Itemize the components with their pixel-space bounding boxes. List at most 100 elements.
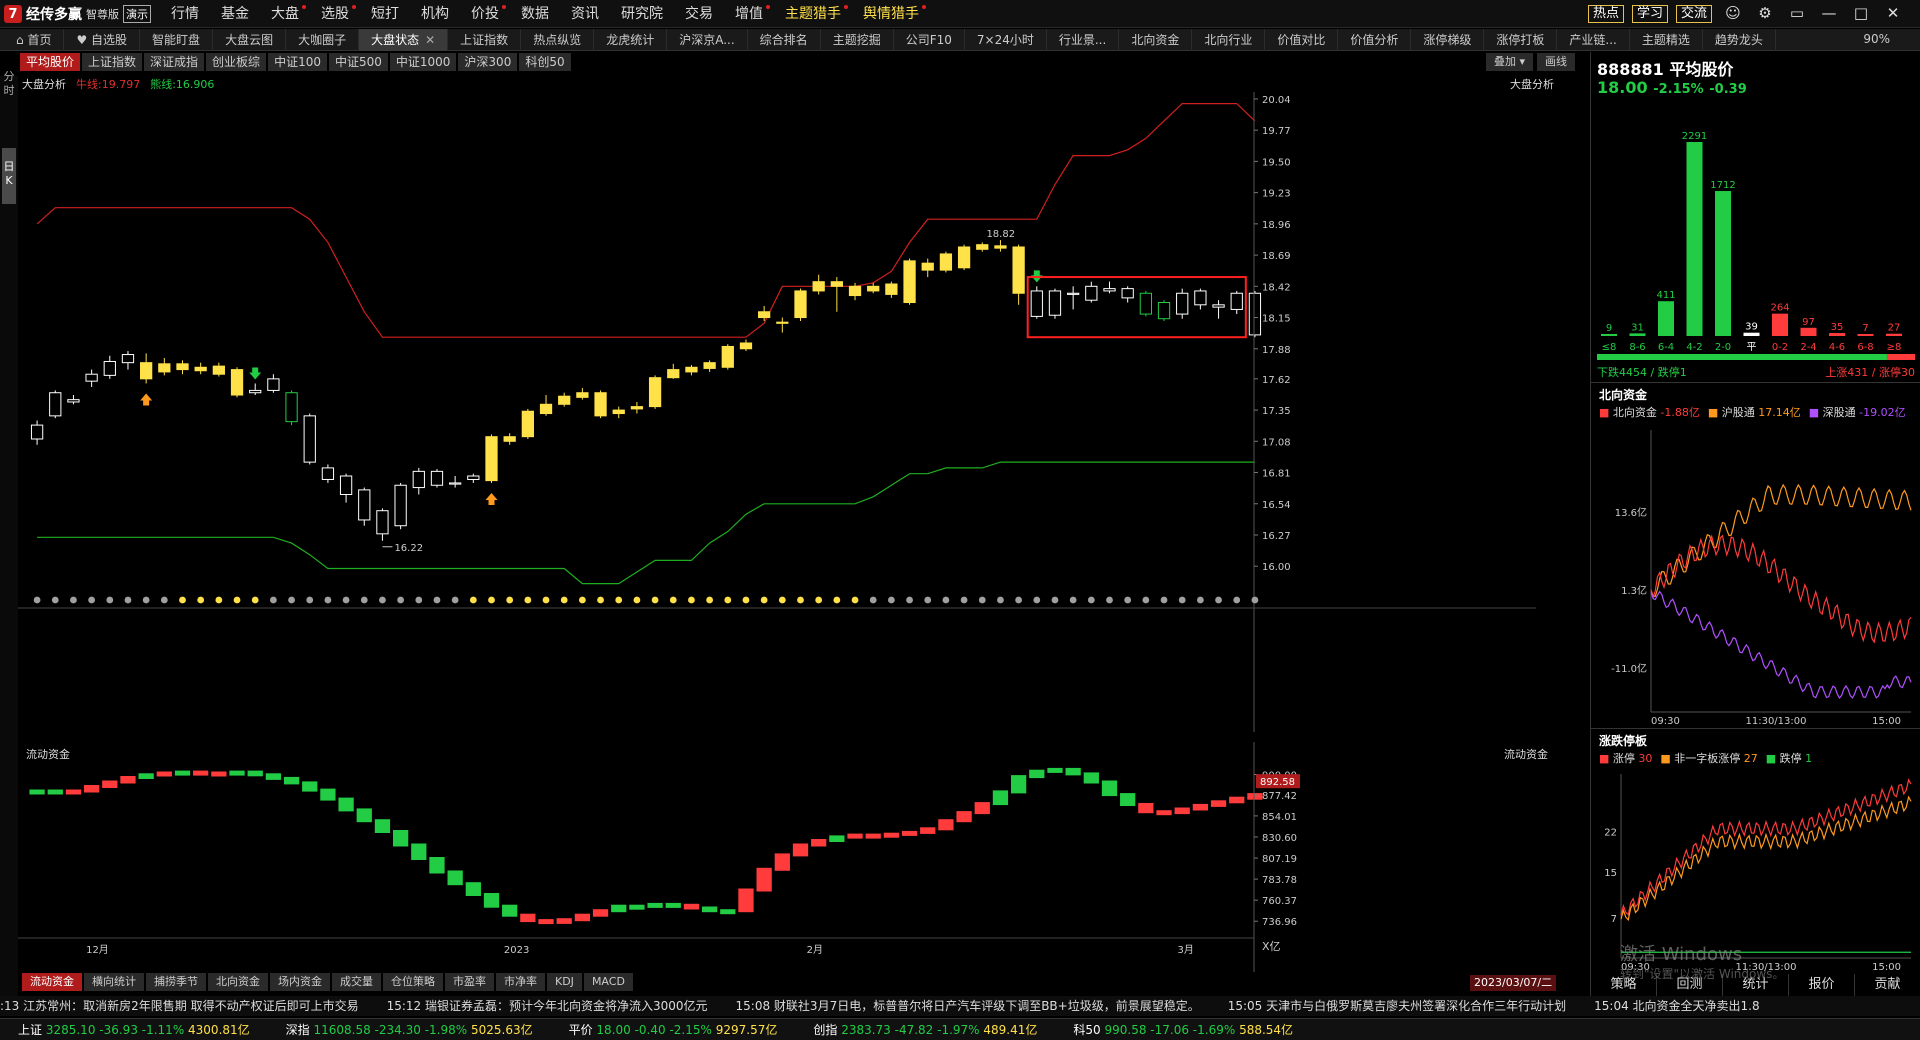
- news-item[interactable]: 15:04 北向资金全天净卖出1.8: [1594, 999, 1759, 1013]
- maximize-icon[interactable]: □: [1852, 4, 1870, 22]
- flow-bar[interactable]: [883, 832, 900, 838]
- candle[interactable]: [376, 508, 389, 541]
- tab-15[interactable]: 北向资金: [1119, 29, 1193, 51]
- flow-bar[interactable]: [574, 913, 591, 922]
- candle[interactable]: [612, 406, 625, 419]
- status-index-4[interactable]: 科50 990.58 -17.06 -1.69% 588.54亿: [1055, 1021, 1311, 1038]
- flow-bar[interactable]: [229, 770, 245, 776]
- flow-bar[interactable]: [701, 906, 718, 913]
- flow-bar[interactable]: [1138, 803, 1154, 814]
- flow-bar[interactable]: [1120, 793, 1136, 806]
- menu-item-12[interactable]: 主题猎手: [774, 4, 852, 24]
- candle[interactable]: [521, 408, 534, 439]
- flow-bar[interactable]: [465, 882, 481, 896]
- candle[interactable]: [558, 392, 571, 407]
- candle[interactable]: [176, 360, 189, 375]
- candle[interactable]: [648, 375, 662, 409]
- candle[interactable]: [758, 305, 771, 322]
- candle[interactable]: [739, 339, 753, 352]
- flow-bar[interactable]: [65, 789, 82, 795]
- indicator-tab-3[interactable]: 北向资金: [208, 973, 268, 991]
- candle[interactable]: [303, 413, 316, 465]
- flow-bar[interactable]: [411, 843, 427, 861]
- dist-bar[interactable]: 1712 2-0: [1710, 180, 1735, 353]
- flow-bar[interactable]: [683, 903, 700, 910]
- candle[interactable]: [194, 362, 207, 375]
- candle[interactable]: [267, 374, 280, 393]
- north-fund-chart[interactable]: 13.6亿 1.3亿 -11.0亿 09:30 11:30/13:00 15:00: [1591, 422, 1920, 727]
- flow-bar[interactable]: [320, 788, 336, 801]
- quick-button-1[interactable]: 学习: [1632, 5, 1669, 23]
- menu-item-7[interactable]: 数据: [510, 4, 560, 24]
- flow-bar[interactable]: [974, 802, 990, 815]
- tab-11[interactable]: 主题挖掘: [821, 29, 894, 51]
- tab-21[interactable]: 产业链...: [1557, 29, 1630, 51]
- tab-0[interactable]: ⌂ 首页: [4, 29, 65, 51]
- flow-bar[interactable]: [1101, 780, 1118, 797]
- tab-2[interactable]: 智能盯盘: [140, 29, 214, 51]
- menu-item-2[interactable]: 大盘: [260, 4, 310, 24]
- candle[interactable]: [1067, 286, 1080, 310]
- dist-bar[interactable]: 9 ≤8: [1601, 323, 1617, 353]
- flow-bar[interactable]: [1047, 767, 1063, 773]
- flow-bar[interactable]: [1156, 810, 1172, 816]
- candle[interactable]: [994, 240, 1007, 252]
- flow-bar[interactable]: [502, 904, 518, 917]
- candle[interactable]: [903, 258, 916, 305]
- tab-19[interactable]: 涨停梯级: [1411, 29, 1485, 51]
- indicator-tab-1[interactable]: 横向统计: [84, 973, 144, 991]
- news-item[interactable]: 15:08 财联社3月7日电，标普普尔将日产汽车评级下调至BB+垃圾级，前景展望…: [736, 999, 1200, 1013]
- candle[interactable]: [1248, 290, 1262, 338]
- flow-bar[interactable]: [174, 770, 191, 776]
- tab-23[interactable]: 趋势龙头: [1703, 29, 1776, 51]
- flow-bar[interactable]: [592, 909, 609, 917]
- candle[interactable]: [1212, 300, 1225, 319]
- close-icon[interactable]: ✕: [1884, 4, 1902, 22]
- quick-button-0[interactable]: 热点: [1588, 5, 1625, 23]
- chart-title[interactable]: 大盘分析: [22, 76, 66, 92]
- candle[interactable]: [885, 281, 898, 298]
- app-logo[interactable]: 7 经传多赢 智尊版 演示: [4, 4, 151, 24]
- dist-bar[interactable]: 27 ≥8: [1886, 323, 1902, 353]
- flow-bar[interactable]: [738, 888, 754, 913]
- flow-bar[interactable]: [47, 789, 63, 795]
- flow-bar[interactable]: [956, 811, 972, 823]
- flow-bar[interactable]: [829, 835, 845, 842]
- tab-5[interactable]: 大盘状态 ✕: [359, 29, 449, 51]
- tool-button-0[interactable]: 叠加 ▾: [1486, 53, 1534, 71]
- indicator-tab-8[interactable]: 市净率: [496, 973, 545, 991]
- flow-bar[interactable]: [992, 790, 1009, 806]
- candle[interactable]: [1121, 286, 1134, 303]
- flow-bar[interactable]: [447, 870, 463, 886]
- flow-bar[interactable]: [429, 857, 445, 874]
- flow-chart[interactable]: 900.00877.42854.01830.60807.19783.78760.…: [18, 742, 1536, 972]
- menu-item-11[interactable]: 增值: [724, 4, 774, 24]
- candle[interactable]: [1103, 281, 1116, 294]
- flow-bar[interactable]: [865, 833, 881, 839]
- tab-20[interactable]: 涨停打板: [1484, 29, 1558, 51]
- candle[interactable]: [1048, 288, 1062, 319]
- candle[interactable]: [830, 277, 843, 312]
- flow-bar[interactable]: [374, 819, 391, 833]
- tab-13[interactable]: 7×24小时: [965, 29, 1047, 51]
- flow-bar[interactable]: [1229, 796, 1245, 804]
- status-index-2[interactable]: 平价 18.00 -0.40 -2.15% 9297.57亿: [551, 1021, 796, 1038]
- restore-icon[interactable]: —: [1820, 4, 1838, 22]
- indicator-tab-9[interactable]: KDJ: [547, 973, 582, 991]
- flow-bar[interactable]: [611, 904, 627, 913]
- distribution-chart[interactable]: 9 ≤8 31 8-6 411 6-4 2291 4-2 1712 2-0 39 平 264 0-2 97 2…: [1591, 104, 1920, 434]
- indicator-tab-0[interactable]: 流动资金: [22, 973, 82, 991]
- flow-bar[interactable]: [102, 780, 118, 789]
- indicator-tab-7[interactable]: 市盈率: [445, 973, 494, 991]
- index-button-7[interactable]: 沪深300: [458, 53, 518, 71]
- index-button-8[interactable]: 科创50: [519, 53, 571, 71]
- menu-item-4[interactable]: 短打: [360, 4, 410, 24]
- candle[interactable]: [867, 282, 880, 294]
- flow-bar[interactable]: [283, 776, 300, 785]
- tab-1[interactable]: ♥ 自选股: [64, 29, 141, 51]
- flow-bar[interactable]: [756, 867, 772, 892]
- menu-item-9[interactable]: 研究院: [610, 4, 674, 24]
- candle[interactable]: [321, 464, 335, 483]
- menu-item-8[interactable]: 资讯: [560, 4, 610, 24]
- menu-item-3[interactable]: 选股: [310, 4, 360, 24]
